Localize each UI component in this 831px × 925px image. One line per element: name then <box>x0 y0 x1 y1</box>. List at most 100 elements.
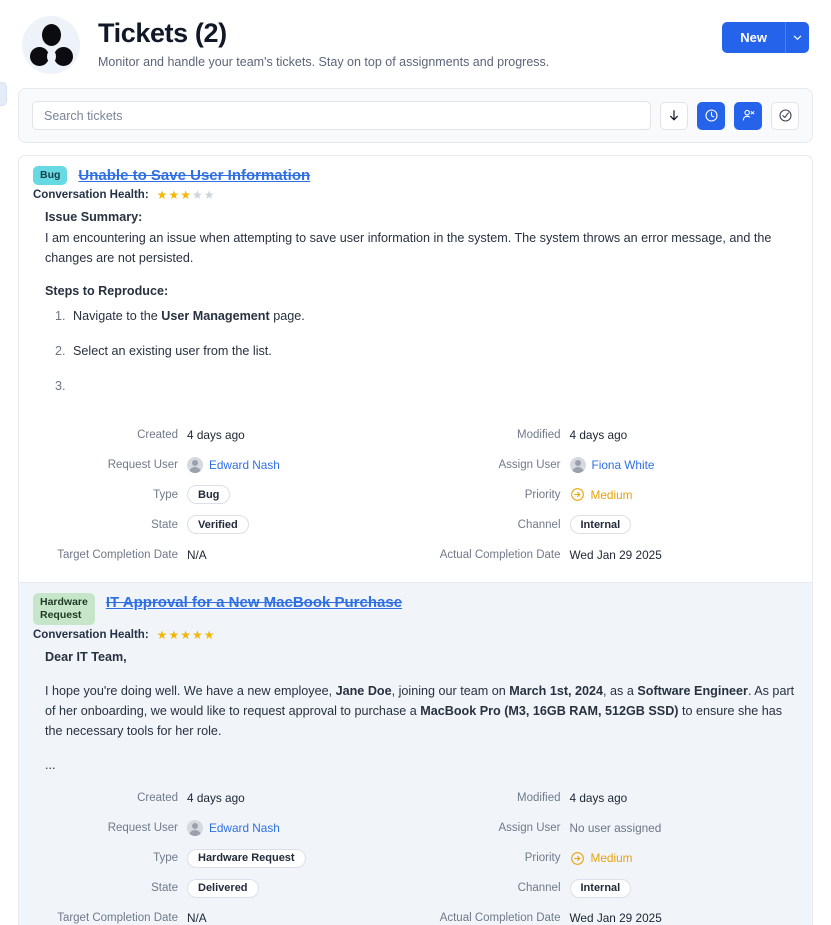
salutation: Dear IT Team, <box>45 650 127 665</box>
meta-label: Type <box>153 852 178 865</box>
tickets-page: Tickets (2) Monitor and handle your team… <box>0 0 831 925</box>
page-subtitle: Monitor and handle your team's tickets. … <box>98 55 550 70</box>
search-input[interactable] <box>32 101 651 130</box>
meta-created: Created 4 days ago <box>33 783 416 813</box>
meta-modified: Modified 4 days ago <box>416 783 799 813</box>
priority-medium-icon <box>570 851 585 866</box>
meta-label: Priority <box>524 488 561 501</box>
meta-state: State Delivered <box>33 873 416 903</box>
meta-type: Type Bug <box>33 480 416 510</box>
meta-modified: Modified 4 days ago <box>416 420 799 450</box>
meta-value: Wed Jan 29 2025 <box>569 547 662 562</box>
text-part: , joining our team on <box>391 683 510 698</box>
list-item: Select an existing user from the list. <box>69 341 798 361</box>
meta-value: Wed Jan 29 2025 <box>569 911 662 925</box>
text-part-bold: Software Engineer <box>637 683 748 698</box>
conversation-health: Conversation Health: ★★★★★ <box>19 185 812 201</box>
meta-value: 4 days ago <box>187 791 245 806</box>
meta-label: Assign User <box>498 822 561 835</box>
metadata-right-column: Modified 4 days ago Assign User Fiona Wh… <box>416 420 799 570</box>
type-chip: Hardware Request <box>187 848 306 868</box>
step-text-before: Navigate to the <box>73 308 162 323</box>
text-part: , as a <box>603 683 638 698</box>
three-dots-circle-logo <box>22 16 80 74</box>
meta-value: Bug <box>187 485 231 505</box>
clock-icon <box>704 109 718 122</box>
ticket-type-badge: Bug <box>33 166 68 186</box>
person-minus-icon <box>742 109 754 121</box>
user-link[interactable]: Edward Nash <box>209 458 280 472</box>
channel-chip: Internal <box>569 878 632 898</box>
step-text-before: Select an existing user from the list. <box>73 344 272 359</box>
meta-label: State <box>151 518 178 531</box>
list-item: Navigate to the User Management page. <box>69 306 798 326</box>
meta-target-completion-date: Target Completion Date N/A <box>33 903 416 925</box>
page-header: Tickets (2) Monitor and handle your team… <box>0 0 831 84</box>
meta-assign-user: Assign User Fiona White <box>416 450 799 480</box>
state-chip: Delivered <box>187 878 259 898</box>
user-link[interactable]: Fiona White <box>592 458 655 472</box>
meta-label: Channel <box>517 518 561 531</box>
meta-label: Actual Completion Date <box>439 912 561 925</box>
conversation-health: Conversation Health: ★★★★★ <box>19 625 812 641</box>
issue-summary-heading: Issue Summary: <box>45 210 143 225</box>
steps-heading: Steps to Reproduce: <box>45 284 169 299</box>
ticket-row[interactable]: Hardware Request IT Approval for a New M… <box>19 581 812 925</box>
meta-value: Edward Nash <box>187 456 280 473</box>
new-button[interactable]: New <box>722 22 785 53</box>
ticket-body: Issue Summary: I am encountering an issu… <box>19 201 812 414</box>
meta-value: Medium <box>570 487 633 502</box>
step-text-after: page. <box>269 308 305 323</box>
ticket-metadata: Created 4 days ago Request User Edward N… <box>19 777 812 925</box>
step-text-bold: User Management <box>161 308 270 323</box>
priority-label: Medium <box>590 851 633 866</box>
priority-label: Medium <box>590 487 633 502</box>
meta-label: Channel <box>517 882 561 895</box>
text-part-bold: MacBook Pro (M3, 16GB RAM, 512GB SSD) <box>420 703 679 718</box>
unassigned-filter-button[interactable] <box>734 101 762 130</box>
metadata-left-column: Created 4 days ago Request User Edward N… <box>33 420 416 570</box>
chevron-down-icon <box>793 35 802 40</box>
recent-filter-button[interactable] <box>697 101 725 130</box>
conversation-health-label: Conversation Health: <box>33 629 149 642</box>
user-link[interactable]: Edward Nash <box>209 821 280 835</box>
resolved-filter-button[interactable] <box>771 101 799 130</box>
ticket-row[interactable]: Bug Unable to Save User Information Conv… <box>19 156 812 582</box>
meta-type: Type Hardware Request <box>33 843 416 873</box>
request-paragraph: I hope you're doing well. We have a new … <box>45 681 798 742</box>
metadata-right-column: Modified 4 days ago Assign User No user … <box>416 783 799 925</box>
meta-value: 4 days ago <box>187 427 245 442</box>
new-dropdown-button[interactable] <box>785 22 809 53</box>
meta-channel: Channel Internal <box>416 873 799 903</box>
ticket-title-link[interactable]: IT Approval for a New MacBook Purchase <box>106 593 402 611</box>
ticket-title-link[interactable]: Unable to Save User Information <box>78 166 310 184</box>
ticket-header: Bug Unable to Save User Information <box>19 166 812 186</box>
check-circle-icon <box>778 109 792 122</box>
meta-target-completion-date: Target Completion Date N/A <box>33 540 416 570</box>
health-stars: ★★★★★ <box>156 628 216 643</box>
meta-channel: Channel Internal <box>416 510 799 540</box>
title-block: Tickets (2) Monitor and handle your team… <box>98 14 549 69</box>
conversation-health-label: Conversation Health: <box>33 189 149 202</box>
meta-priority: Priority Medium <box>416 480 799 510</box>
meta-label: Actual Completion Date <box>439 548 561 561</box>
meta-request-user: Request User Edward Nash <box>33 813 416 843</box>
avatar <box>187 820 203 837</box>
avatar <box>569 456 586 473</box>
meta-value: N/A <box>187 547 207 562</box>
meta-value: No user assigned <box>569 821 662 836</box>
issue-summary-text: I am encountering an issue when attempti… <box>45 230 772 265</box>
meta-label: State <box>151 882 178 895</box>
health-stars: ★★★★★ <box>156 188 216 203</box>
ticket-body: Dear IT Team, I hope you're doing well. … <box>19 641 812 777</box>
meta-state: State Verified <box>33 510 416 540</box>
meta-value: 4 days ago <box>569 791 628 806</box>
ticket-header: Hardware Request IT Approval for a New M… <box>19 592 812 626</box>
sidebar-collapse-handle[interactable] <box>0 82 7 106</box>
meta-created: Created 4 days ago <box>33 420 416 450</box>
download-button[interactable] <box>660 101 688 130</box>
meta-value: Internal <box>569 878 632 898</box>
meta-label: Modified <box>517 792 561 805</box>
meta-request-user: Request User Edward Nash <box>33 450 416 480</box>
meta-assign-user: Assign User No user assigned <box>416 813 799 843</box>
